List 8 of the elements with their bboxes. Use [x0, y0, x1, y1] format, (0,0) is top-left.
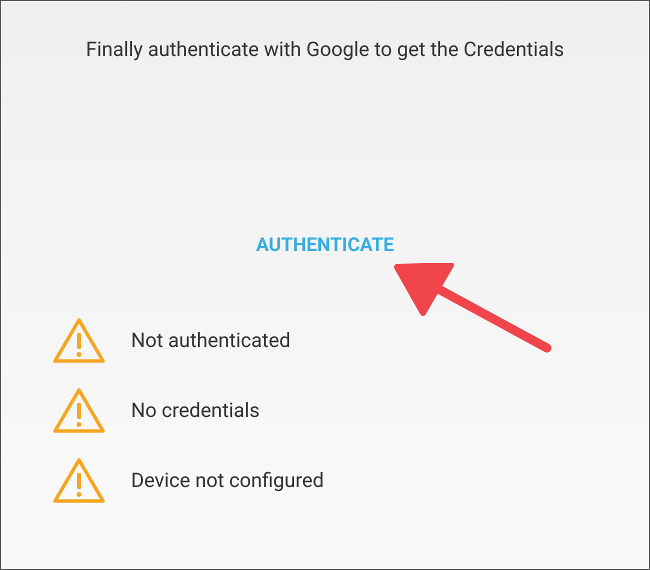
authenticate-button[interactable]: AUTHENTICATE [252, 231, 398, 258]
warning-icon [52, 456, 106, 504]
status-text: No credentials [131, 398, 260, 422]
warning-icon [52, 316, 106, 364]
warning-icon [52, 386, 106, 434]
instruction-text: Finally authenticate with Google to get the Credentials [84, 37, 566, 61]
status-text: Not authenticated [131, 328, 290, 352]
status-text: Device not configured [131, 468, 324, 492]
